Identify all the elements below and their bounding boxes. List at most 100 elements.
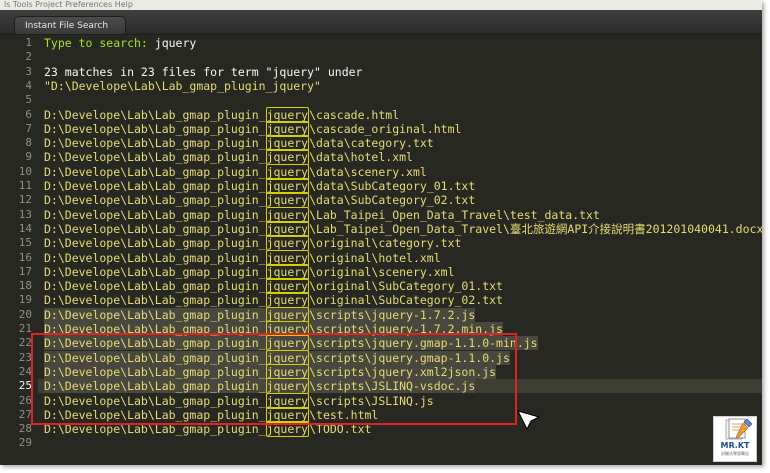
result-path-line[interactable]: D:\Develope\Lab\Lab_gmap_plugin_jquery\d… <box>44 192 476 208</box>
result-path-line[interactable]: D:\Develope\Lab\Lab_gmap_plugin_jquery\c… <box>44 107 400 123</box>
result-path-line[interactable]: D:\Develope\Lab\Lab_gmap_plugin_jquery\s… <box>44 335 538 351</box>
path-prefix: D:\Develope\Lab\Lab_gmap_plugin_ <box>44 351 266 365</box>
tab-instant-file-search[interactable]: Instant File Search <box>14 16 126 34</box>
match-highlight: jquery <box>265 335 310 351</box>
search-root-line: "D:\Develope\Lab\Lab_gmap_plugin_jquery" <box>44 79 321 93</box>
path-prefix: D:\Develope\Lab\Lab_gmap_plugin_ <box>44 279 266 293</box>
path-suffix: \scripts\jquery-1.7.2.js <box>309 308 476 322</box>
path-prefix: D:\Develope\Lab\Lab_gmap_plugin_ <box>44 165 266 179</box>
line-number: 9 <box>25 150 32 163</box>
match-highlight: jquery <box>265 235 310 251</box>
result-path-line[interactable]: D:\Develope\Lab\Lab_gmap_plugin_jquery\t… <box>44 407 378 423</box>
result-path-line[interactable]: D:\Develope\Lab\Lab_gmap_plugin_jquery\o… <box>44 278 503 294</box>
match-highlight: jquery <box>265 192 310 208</box>
line-number: 11 <box>18 179 32 192</box>
line-number: 27 <box>18 408 32 421</box>
path-prefix: D:\Develope\Lab\Lab_gmap_plugin_ <box>44 208 266 222</box>
logo-brand: MR.KT <box>720 441 750 450</box>
line-number: 1 <box>25 36 32 49</box>
menu-fragment-text: ls Tools Project Preferences Help <box>4 0 133 9</box>
result-path-line[interactable]: D:\Develope\Lab\Lab_gmap_plugin_jquery\L… <box>44 221 762 237</box>
path-suffix: \Lab_Taipei_Open_Data_Travel\臺北旅遊網API介接說… <box>309 222 762 236</box>
match-summary-line: 23 matches in 23 files for term "jquery"… <box>44 65 363 79</box>
path-suffix: \data\SubCategory_01.txt <box>309 179 476 193</box>
path-suffix: \original\SubCategory_02.txt <box>309 293 503 307</box>
result-path-line[interactable]: D:\Develope\Lab\Lab_gmap_plugin_jquery\d… <box>44 149 413 165</box>
logo-tagline: 封機式學習筆記 <box>721 451 749 456</box>
tab-bar: Instant File Search <box>0 10 762 35</box>
path-suffix: \data\category.txt <box>309 136 434 150</box>
path-prefix: D:\Develope\Lab\Lab_gmap_plugin_ <box>44 179 266 193</box>
path-suffix: \scripts\jquery.gmap-1.1.0-min.js <box>309 336 538 350</box>
path-prefix: D:\Develope\Lab\Lab_gmap_plugin_ <box>44 251 266 265</box>
path-suffix: \cascade_original.html <box>309 122 462 136</box>
path-prefix: D:\Develope\Lab\Lab_gmap_plugin_ <box>44 136 266 150</box>
line-number: 8 <box>25 136 32 149</box>
match-summary: 23 matches in 23 files for term "jquery"… <box>44 65 363 79</box>
line-number: 19 <box>18 293 32 306</box>
line-number: 12 <box>18 193 32 206</box>
path-suffix: \scripts\JSLINQ.js <box>309 394 434 408</box>
path-prefix: D:\Develope\Lab\Lab_gmap_plugin_ <box>44 308 266 322</box>
search-prompt-line: Type to search: jquery <box>44 36 196 50</box>
path-suffix: \Lab_Taipei_Open_Data_Travel\test_data.t… <box>309 208 600 222</box>
mouse-cursor-icon <box>517 410 541 431</box>
editor-pane[interactable]: 1 2 3 4 5 6 7 8 9 10 11 12 13 14 15 16 17 18 19 20 21 22 23 24 2… <box>0 35 762 465</box>
path-prefix: D:\Develope\Lab\Lab_gmap_plugin_ <box>44 394 266 408</box>
line-number: 17 <box>18 265 32 278</box>
line-number: 10 <box>18 165 32 178</box>
result-path-line[interactable]: D:\Develope\Lab\Lab_gmap_plugin_jquery\o… <box>44 235 462 251</box>
result-path-line[interactable]: D:\Develope\Lab\Lab_gmap_plugin_jquery\d… <box>44 135 434 151</box>
path-suffix: \data\SubCategory_02.txt <box>309 193 476 207</box>
result-path-line[interactable]: D:\Develope\Lab\Lab_gmap_plugin_jquery\d… <box>44 164 427 180</box>
screenshot-frame: ls Tools Project Preferences Help Instan… <box>0 0 762 465</box>
path-prefix: D:\Develope\Lab\Lab_gmap_plugin_ <box>44 293 266 307</box>
result-path-line[interactable]: D:\Develope\Lab\Lab_gmap_plugin_jquery\c… <box>44 121 462 137</box>
result-path-line[interactable]: D:\Develope\Lab\Lab_gmap_plugin_jquery\o… <box>44 264 455 280</box>
path-prefix: D:\Develope\Lab\Lab_gmap_plugin_ <box>44 422 266 436</box>
path-prefix: D:\Develope\Lab\Lab_gmap_plugin_ <box>44 336 266 350</box>
result-path-line[interactable]: D:\Develope\Lab\Lab_gmap_plugin_jquery\s… <box>44 321 503 337</box>
line-number: 28 <box>18 422 32 435</box>
line-number: 22 <box>18 336 32 349</box>
result-path-line[interactable]: D:\Develope\Lab\Lab_gmap_plugin_jquery\s… <box>44 307 476 323</box>
result-path-line[interactable]: D:\Develope\Lab\Lab_gmap_plugin_jquery\L… <box>44 207 600 223</box>
line-number: 20 <box>18 308 32 321</box>
path-suffix: \original\hotel.xml <box>309 251 441 265</box>
line-number: 29 <box>18 436 32 449</box>
line-number: 6 <box>25 108 32 121</box>
result-path-line[interactable]: D:\Develope\Lab\Lab_gmap_plugin_jquery\s… <box>44 350 510 366</box>
path-prefix: D:\Develope\Lab\Lab_gmap_plugin_ <box>44 122 266 136</box>
path-suffix: \cascade.html <box>309 108 400 122</box>
path-prefix: D:\Develope\Lab\Lab_gmap_plugin_ <box>44 379 266 393</box>
result-path-line[interactable]: D:\Develope\Lab\Lab_gmap_plugin_jquery\o… <box>44 250 441 266</box>
menu-bar-fragment: ls Tools Project Preferences Help <box>0 0 762 10</box>
path-suffix: \original\scenery.xml <box>309 265 455 279</box>
match-highlight: jquery <box>265 149 310 165</box>
path-suffix: \scripts\JSLINQ-vsdoc.js <box>309 379 476 393</box>
path-suffix: \scripts\jquery.xml2json.js <box>309 365 497 379</box>
result-path-line[interactable]: D:\Develope\Lab\Lab_gmap_plugin_jquery\s… <box>44 378 476 394</box>
result-path-line[interactable]: D:\Develope\Lab\Lab_gmap_plugin_jquery\o… <box>44 292 503 308</box>
result-path-line[interactable]: D:\Develope\Lab\Lab_gmap_plugin_jquery\d… <box>44 178 476 194</box>
line-number: 15 <box>18 236 32 249</box>
path-suffix: \original\SubCategory_01.txt <box>309 279 503 293</box>
line-number: 26 <box>18 394 32 407</box>
search-prompt-label: Type to search: <box>44 36 155 50</box>
match-highlight: jquery <box>265 378 310 394</box>
path-suffix: \TODO.txt <box>309 422 372 436</box>
path-suffix: \original\category.txt <box>309 236 462 250</box>
line-number: 23 <box>18 351 32 364</box>
line-number: 3 <box>25 65 32 78</box>
result-path-line[interactable]: D:\Develope\Lab\Lab_gmap_plugin_jquery\T… <box>44 421 372 437</box>
line-number: 2 <box>25 50 32 63</box>
notebook-icon <box>725 418 753 440</box>
line-number: 14 <box>18 222 32 235</box>
result-path-line[interactable]: D:\Develope\Lab\Lab_gmap_plugin_jquery\s… <box>44 364 497 380</box>
line-number: 5 <box>25 93 32 106</box>
line-number: 13 <box>18 208 32 221</box>
result-path-line[interactable]: D:\Develope\Lab\Lab_gmap_plugin_jquery\s… <box>44 393 434 409</box>
line-number: 16 <box>18 251 32 264</box>
path-suffix: \scripts\jquery.gmap-1.1.0.js <box>309 351 510 365</box>
line-number: 7 <box>25 122 32 135</box>
